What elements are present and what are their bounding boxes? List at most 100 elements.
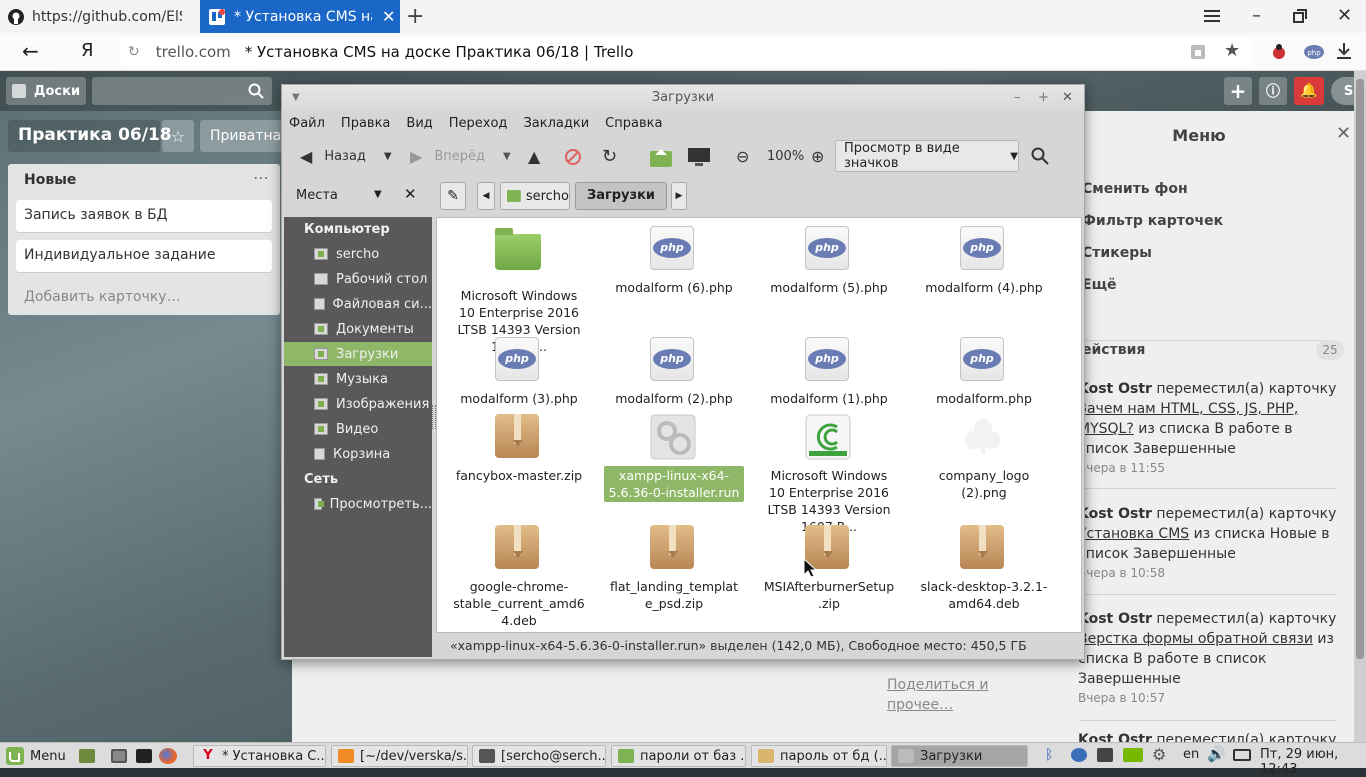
file-item[interactable]: php modalform (5).php — [759, 226, 899, 297]
menu-help[interactable]: Справка — [605, 116, 670, 131]
zoom-in-icon[interactable]: ⊕ — [811, 141, 824, 171]
sidebar-item-downloads[interactable]: Загрузки — [284, 342, 432, 366]
sidebar-item-home[interactable]: sercho — [284, 242, 432, 266]
menu-item-stickers[interactable]: Стикеры — [1082, 245, 1152, 261]
menu-go[interactable]: Переход — [449, 116, 516, 131]
back-arrow-icon[interactable]: ← — [22, 39, 39, 63]
menu-item-background[interactable]: Сменить фон — [1082, 181, 1188, 197]
menu-file[interactable]: Файл — [289, 116, 333, 131]
file-item[interactable]: php modalform (3).php — [449, 337, 589, 408]
keyboard-layout[interactable]: en — [1183, 747, 1199, 762]
menu-view[interactable]: Вид — [406, 116, 440, 131]
path-right-icon[interactable]: ▶ — [671, 182, 687, 210]
info-icon[interactable]: ⓘ — [1259, 77, 1287, 105]
star-board-icon[interactable]: ☆ — [162, 120, 194, 152]
start-menu-button[interactable]: Menu — [6, 747, 66, 765]
shield-icon[interactable] — [1071, 748, 1087, 762]
view-mode-select[interactable]: Просмотр в виде значков ▼ — [835, 140, 1019, 172]
zoom-out-icon[interactable]: ⊖ — [736, 141, 749, 171]
network-settings-icon[interactable]: ⚙ — [1152, 745, 1166, 764]
computer-icon[interactable] — [687, 147, 711, 167]
yandex-icon[interactable]: Я — [81, 40, 94, 61]
volume-icon[interactable]: 🔊 — [1207, 745, 1226, 763]
breadcrumb-home[interactable]: sercho — [500, 182, 570, 210]
task-file-manager[interactable]: Загрузки — [891, 745, 1028, 767]
file-item[interactable]: php modalform (1).php — [759, 337, 899, 408]
menu-edit[interactable]: Правка — [341, 116, 398, 131]
forward-button[interactable]: ▶ Вперёд ▼ — [410, 141, 511, 171]
file-manager-launcher-icon[interactable] — [111, 749, 127, 763]
sidebar-item-pictures[interactable]: Изображения — [284, 392, 432, 416]
path-left-icon[interactable]: ◀ — [477, 182, 495, 210]
menu-item-filter[interactable]: Фильтр карточек — [1082, 213, 1223, 229]
sidebar-item-videos[interactable]: Видео — [284, 417, 432, 441]
extension-bug-icon[interactable] — [1269, 42, 1289, 62]
activity-card-link[interactable]: Установка CMS — [1078, 526, 1189, 542]
php-extension-icon[interactable]: php — [1303, 43, 1325, 61]
file-item[interactable]: php modalform (6).php — [604, 226, 744, 297]
activity-user[interactable]: Kost Ostr — [1078, 506, 1152, 522]
tab-github[interactable]: https://github.com/ElShoN — [0, 0, 198, 33]
sidebar-item-browse-network[interactable]: Просмотреть... — [284, 492, 432, 516]
menu-bookmarks[interactable]: Закладки — [523, 116, 597, 131]
window-titlebar[interactable]: ▼ Загрузки – + ✕ — [282, 85, 1084, 111]
download-icon[interactable] — [1336, 42, 1352, 60]
search-icon[interactable] — [1031, 147, 1049, 165]
show-desktop-icon[interactable] — [79, 749, 95, 763]
file-item[interactable]: php modalform.php — [914, 337, 1054, 408]
menu-item-more[interactable]: Ещё — [1082, 277, 1117, 293]
boards-button[interactable]: Доски — [6, 77, 86, 105]
file-item[interactable]: php modalform (2).php — [604, 337, 744, 408]
edit-path-icon[interactable]: ✎ — [440, 182, 466, 210]
notifications-bell-icon[interactable]: 🔔 — [1294, 77, 1324, 105]
places-dropdown-icon[interactable]: ▼ — [374, 189, 382, 200]
file-item[interactable]: slack-desktop-3.2.1-amd64.deb — [914, 525, 1054, 613]
task-sublime[interactable]: [~/dev/verska/s... — [331, 745, 468, 767]
sidebar-item-documents[interactable]: Документы — [284, 317, 432, 341]
tab-close-icon[interactable]: ✕ — [382, 7, 395, 26]
sidebar-item-filesystem[interactable]: Файловая си... — [284, 292, 432, 316]
clock[interactable]: Пт, 29 июн, 12:43 — [1260, 747, 1366, 777]
activity-user[interactable]: Kost Ostr — [1078, 381, 1152, 397]
privacy-button[interactable]: Приватная — [200, 120, 284, 152]
file-item[interactable]: fancybox-master.zip — [449, 414, 589, 485]
task-browser[interactable]: Y * Установка С... — [193, 745, 326, 767]
terminal-launcher-icon[interactable] — [136, 749, 152, 763]
window-menu-icon[interactable]: ▼ — [292, 85, 300, 111]
scrollbar-thumb[interactable] — [1356, 79, 1364, 659]
sidebar-item-music[interactable]: Музыка — [284, 367, 432, 391]
bookmark-star-icon[interactable]: ★ — [1224, 40, 1240, 61]
reload-icon[interactable]: ↻ — [602, 141, 617, 171]
list-card[interactable]: Индивидуальное задание — [16, 240, 272, 272]
share-link[interactable]: Поделиться и прочее… — [887, 675, 1007, 715]
lock-icon[interactable] — [1189, 43, 1207, 61]
sidebar-item-desktop[interactable]: Рабочий стол — [284, 267, 432, 291]
page-scrollbar[interactable] — [1354, 71, 1366, 742]
breadcrumb-current[interactable]: Загрузки — [575, 182, 667, 210]
nvidia-icon[interactable] — [1123, 748, 1143, 762]
board-title[interactable]: Практика 06/18 — [8, 120, 172, 152]
minimize-icon[interactable]: – — [1014, 85, 1021, 111]
back-button[interactable]: ◀ Назад ▼ — [300, 141, 392, 171]
file-item[interactable]: google-chrome-stable_current_amd64.deb — [449, 525, 589, 630]
activity-user[interactable]: Kost Ostr — [1078, 611, 1152, 627]
list-menu-icon[interactable]: ⋯ — [253, 168, 269, 187]
home-folder-icon[interactable] — [649, 146, 673, 168]
minimize-icon[interactable]: – — [1252, 5, 1261, 26]
file-item[interactable]: Microsoft Windows 10 Enterprise 2016 LTS… — [759, 414, 899, 536]
task-text-editor-2[interactable]: пароль от бд (... — [751, 745, 887, 767]
activity-user[interactable]: Kost Ostr — [1078, 733, 1152, 742]
maximize-icon[interactable]: + — [1038, 85, 1049, 111]
add-icon[interactable]: + — [1224, 77, 1252, 105]
reload-icon[interactable]: ↻ — [128, 44, 140, 60]
stop-icon[interactable] — [565, 149, 581, 165]
bluetooth-icon[interactable]: ᛒ — [1045, 747, 1053, 763]
battery-icon[interactable] — [1233, 749, 1251, 761]
up-arrow-icon[interactable]: ▲ — [528, 141, 540, 171]
activity-card-link[interactable]: Верстка формы обратной связи — [1078, 631, 1313, 647]
file-item[interactable]: flat_landing_template_psd.zip — [604, 525, 744, 613]
firefox-launcher-icon[interactable] — [159, 748, 177, 764]
file-item[interactable]: MSIAfterburnerSetup.zip — [759, 525, 899, 613]
close-window-icon[interactable]: ✕ — [1337, 5, 1352, 26]
close-sidebar-icon[interactable]: ✕ — [404, 185, 417, 203]
